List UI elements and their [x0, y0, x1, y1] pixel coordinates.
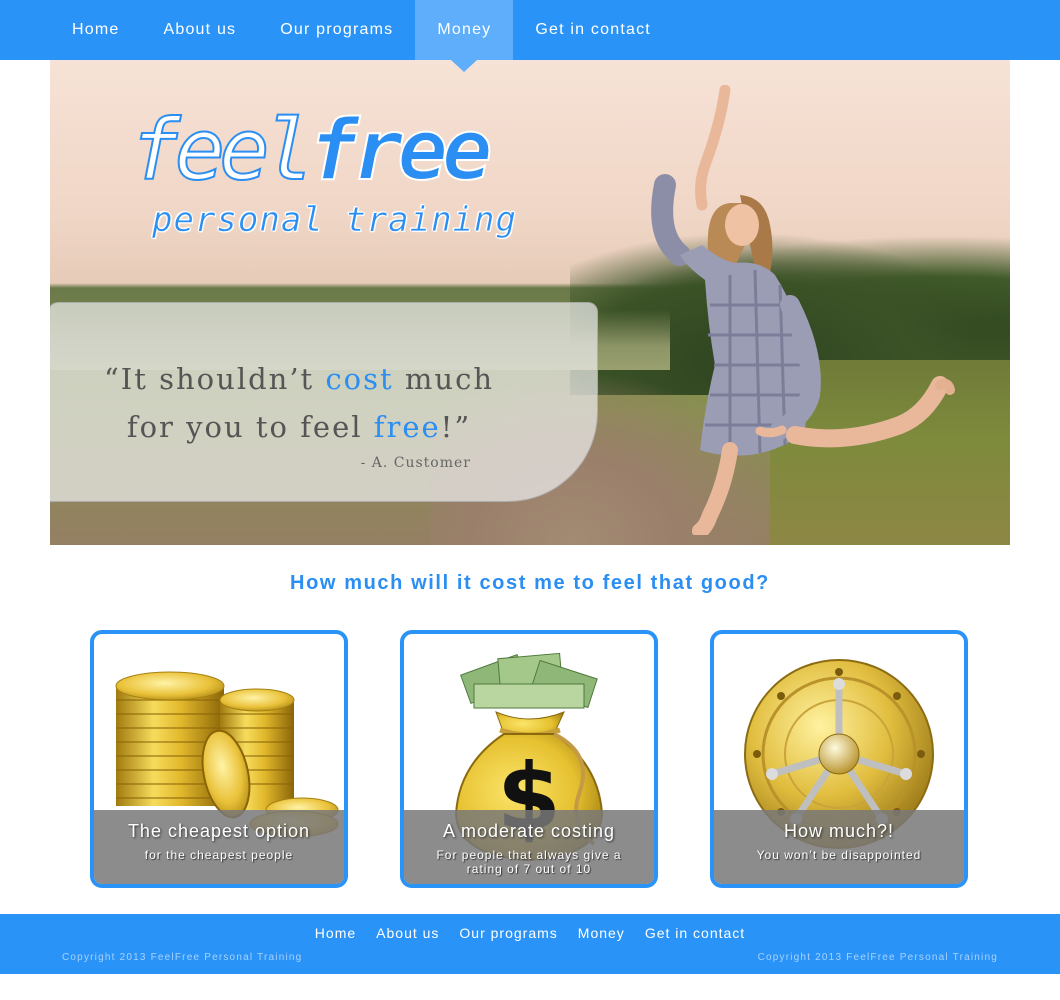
- card-title: A moderate costing: [442, 821, 616, 841]
- pricing-card-premium[interactable]: How much?! You won’t be disappointed: [710, 630, 968, 888]
- footer: Home About us Our programs Money Get in …: [0, 914, 1060, 974]
- copyright-right: Copyright 2013 FeelFree Personal Trainin…: [757, 952, 998, 963]
- hero-banner: feelfree personal training “It shouldn’t…: [50, 60, 1010, 545]
- footer-link-about-us[interactable]: About us: [366, 925, 449, 941]
- nav-list: Home About us Our programs Money Get in …: [50, 0, 673, 72]
- logo-free-text: free: [307, 101, 493, 199]
- logo-feel-text: feel: [129, 101, 315, 199]
- card-subtitle: For people that always give a rating of …: [436, 848, 622, 876]
- footer-link-get-in-contact[interactable]: Get in contact: [635, 925, 755, 941]
- card-subtitle: You won’t be disappointed: [756, 848, 922, 862]
- quote-highlight-free: free: [373, 410, 441, 444]
- top-navigation: Home About us Our programs Money Get in …: [0, 0, 1060, 72]
- nav-item-home[interactable]: Home: [50, 0, 141, 60]
- quote-author: - A. Customer: [360, 455, 471, 471]
- nav-item-money[interactable]: Money: [415, 0, 514, 72]
- footer-link-home[interactable]: Home: [305, 925, 366, 941]
- quote-part: much: [393, 362, 495, 396]
- pricing-card-cheapest[interactable]: The cheapest option for the cheapest peo…: [90, 630, 348, 888]
- quote-part: “It shouldn’t: [103, 362, 326, 396]
- card-title: The cheapest option: [127, 821, 311, 841]
- logo-subtitle: personal training: [152, 200, 517, 241]
- feelfree-logo: feelfree personal training: [129, 107, 516, 240]
- pricing-card-moderate[interactable]: $ A moderate costing For people that alw…: [400, 630, 658, 888]
- quote-part: !”: [440, 410, 472, 444]
- quote-highlight-cost: cost: [325, 362, 394, 396]
- card-caption: How much?! You won’t be disappointed: [714, 810, 964, 884]
- card-caption: A moderate costing For people that alway…: [404, 810, 654, 884]
- quote-part: for you to feel: [126, 410, 374, 444]
- footer-nav: Home About us Our programs Money Get in …: [0, 914, 1060, 941]
- pricing-headline: How much will it cost me to feel that go…: [290, 572, 770, 594]
- logo-wordmark: feelfree: [129, 107, 494, 193]
- card-caption: The cheapest option for the cheapest peo…: [94, 810, 344, 884]
- nav-item-about-us[interactable]: About us: [141, 0, 258, 60]
- card-title: How much?!: [783, 821, 895, 841]
- card-subtitle: for the cheapest people: [144, 848, 294, 862]
- testimonial-quote-box: “It shouldn’t cost much for you to feel …: [50, 302, 598, 502]
- footer-link-money[interactable]: Money: [568, 925, 635, 941]
- nav-item-get-in-contact[interactable]: Get in contact: [513, 0, 673, 60]
- quote-text: “It shouldn’t cost much for you to feel …: [50, 355, 549, 451]
- nav-item-our-programs[interactable]: Our programs: [258, 0, 415, 60]
- dancing-woman-image: [651, 85, 955, 535]
- footer-link-our-programs[interactable]: Our programs: [449, 925, 567, 941]
- copyright-left: Copyright 2013 FeelFree Personal Trainin…: [62, 952, 303, 963]
